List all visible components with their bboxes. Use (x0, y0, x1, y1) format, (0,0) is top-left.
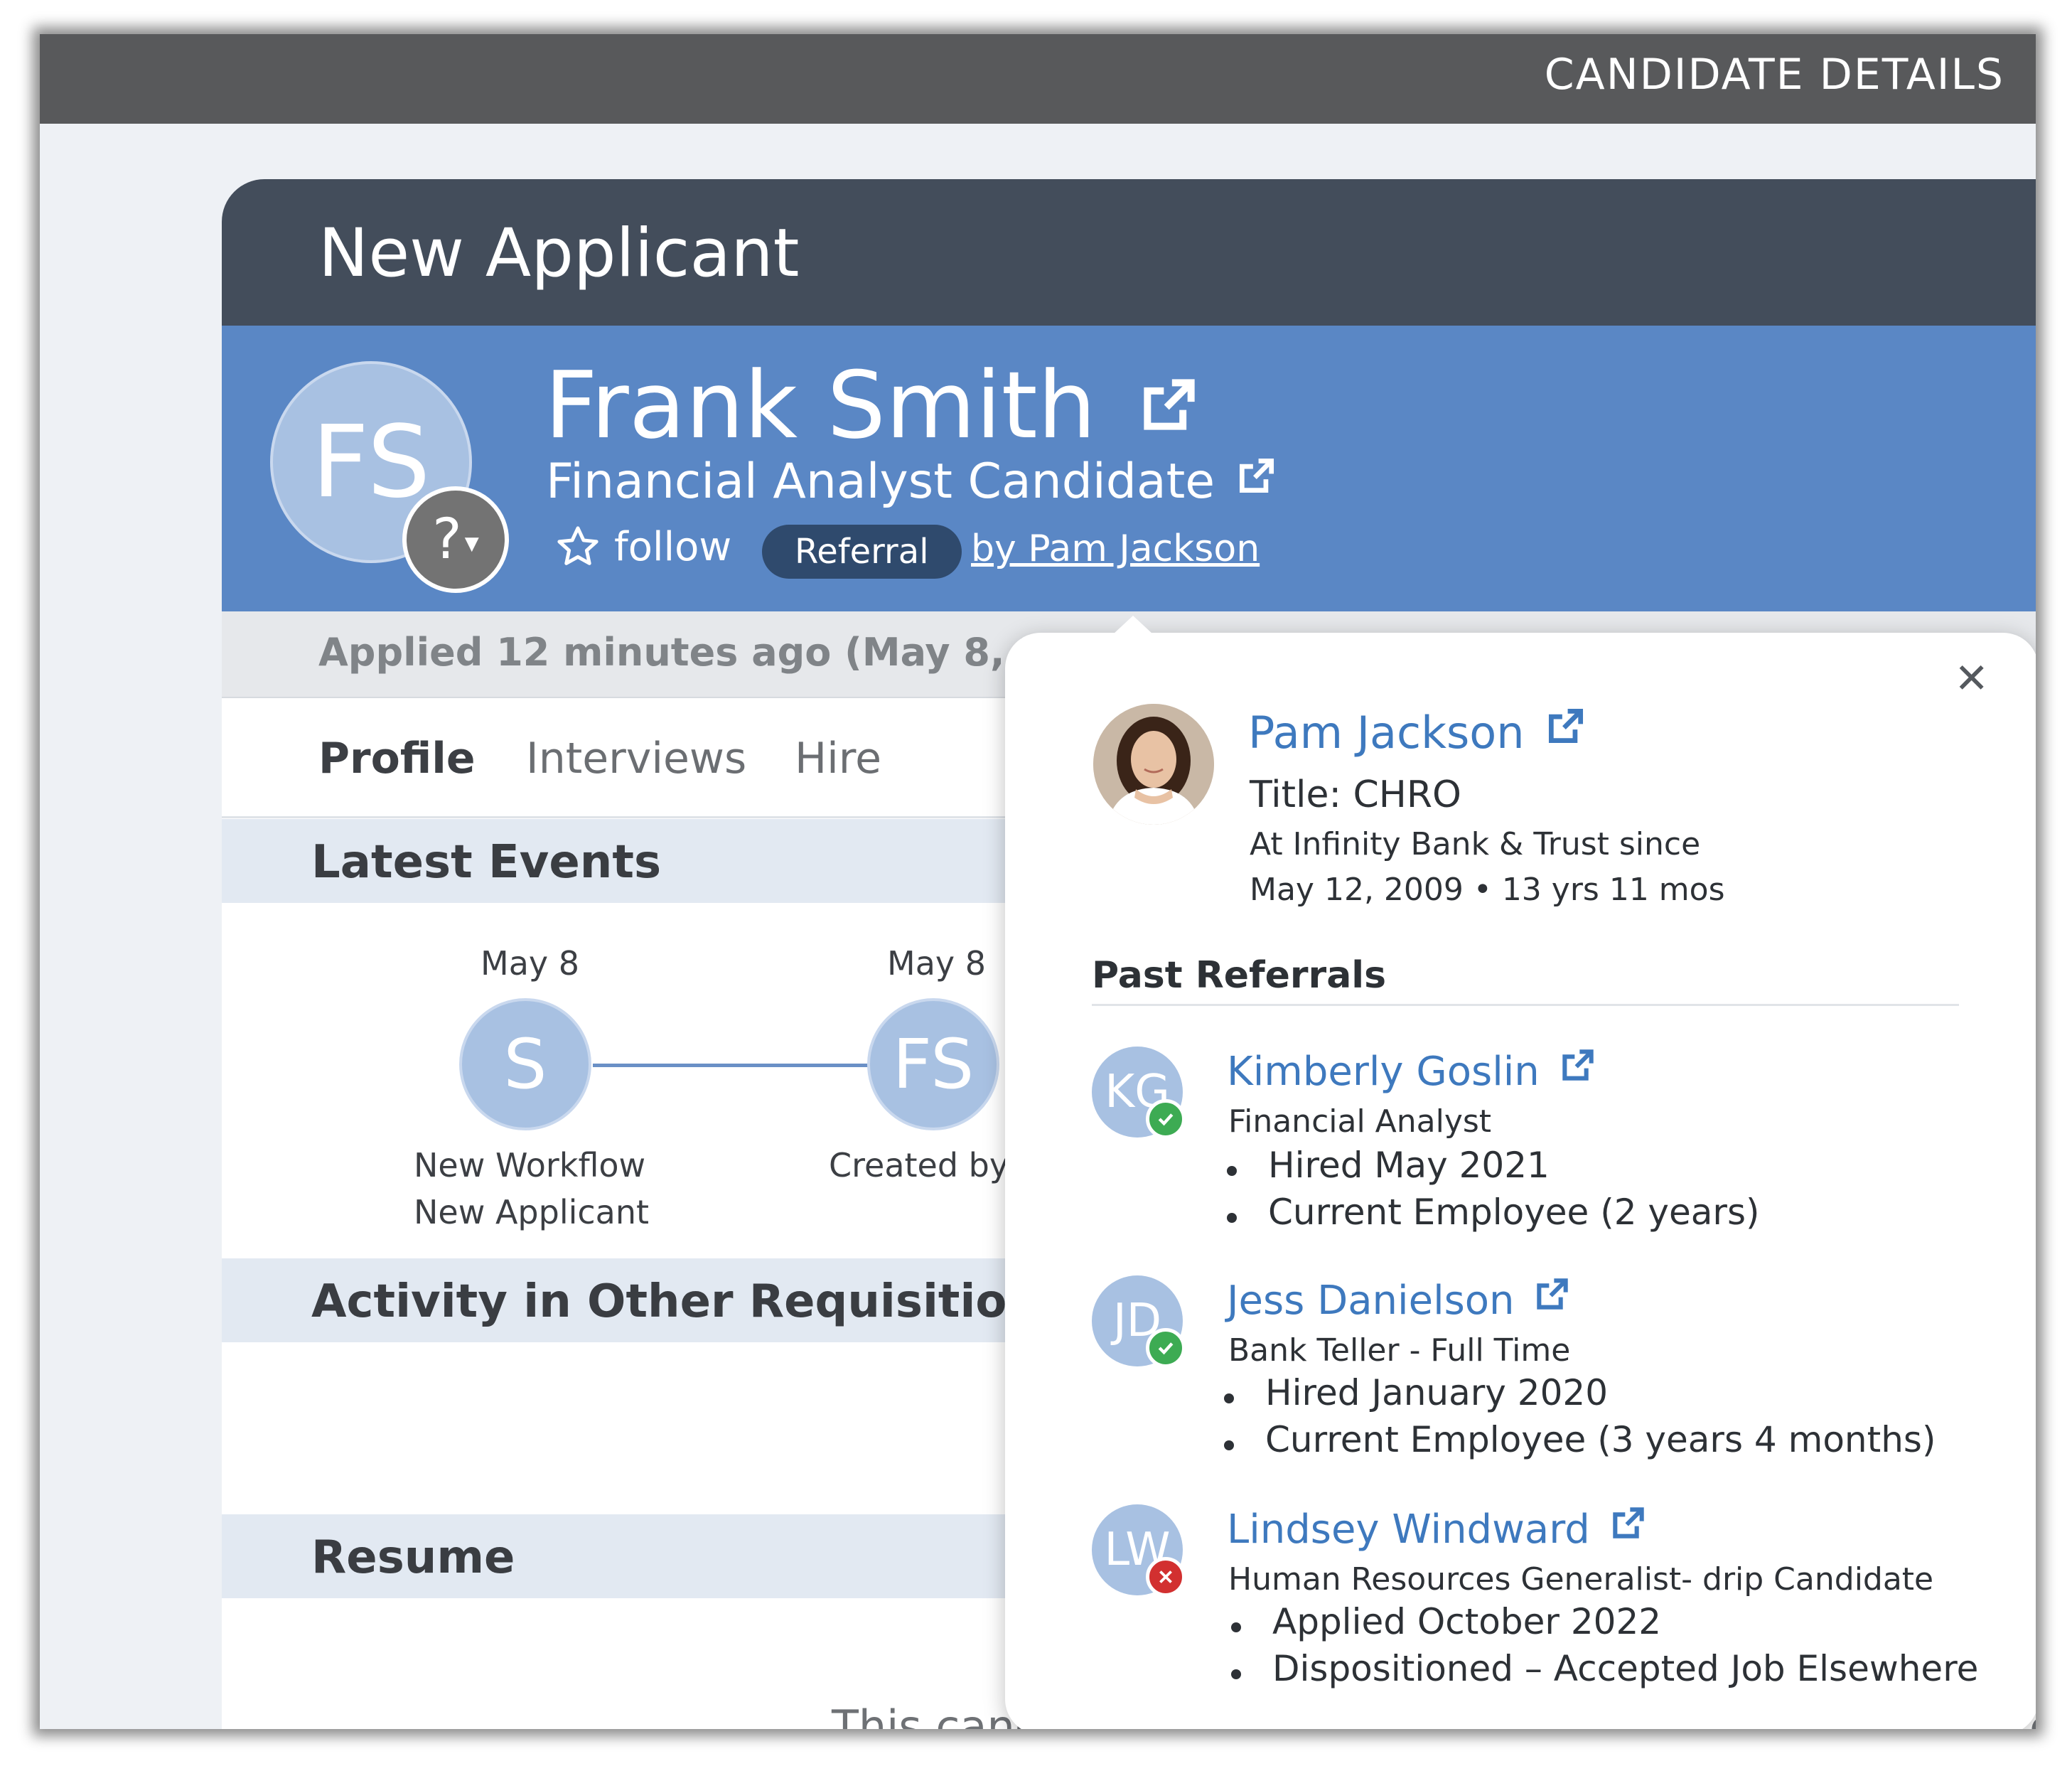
candidate-banner: FS ? ▼ Frank Smith Financial Analyst Can… (222, 326, 2036, 611)
close-icon[interactable]: ✕ (1954, 654, 1989, 702)
referral-detail: Hired May 2021 (1227, 1145, 1550, 1186)
referral-detail: Applied October 2022 (1230, 1601, 1662, 1642)
external-link-icon[interactable] (1235, 454, 1279, 498)
event-avatar[interactable]: FS (867, 998, 999, 1130)
referral-name: Lindsey Windward (1227, 1503, 1648, 1553)
tab-hire[interactable]: Hire (795, 734, 881, 783)
tab-profile[interactable]: Profile (318, 734, 476, 783)
candidate-name: Frank Smith (544, 351, 1202, 459)
section-title: Activity in Other Requisitio (311, 1275, 1007, 1328)
external-link-icon[interactable] (1609, 1503, 1648, 1543)
event-label-line: New Applicant (414, 1193, 650, 1231)
check-icon (1146, 1328, 1186, 1368)
external-link-icon[interactable] (1532, 1274, 1572, 1314)
referral-role: Bank Teller - Full Time (1228, 1332, 1571, 1369)
event-initials: S (503, 1024, 547, 1104)
event-initials: FS (892, 1024, 975, 1104)
referral-name-link[interactable]: Lindsey Windward (1227, 1507, 1590, 1553)
source-badge: Referral (762, 525, 962, 579)
status-dropdown[interactable]: ? ▼ (402, 486, 509, 593)
follow-button[interactable]: follow (554, 523, 731, 570)
top-bar: CANDIDATE DETAILS (40, 34, 2036, 124)
referral-name-link[interactable]: Kimberly Goslin (1227, 1049, 1540, 1095)
candidate-job-title-text: Financial Analyst Candidate (546, 454, 1215, 510)
check-icon (1146, 1099, 1186, 1139)
card-header: New Applicant (222, 179, 2036, 326)
external-link-icon[interactable] (1544, 704, 1588, 748)
avatar-initials: FS (311, 404, 431, 520)
section-title: Resume (311, 1531, 515, 1584)
referrer-photo (1093, 704, 1214, 825)
referral-role: Financial Analyst (1228, 1103, 1492, 1140)
referral-name: Jess Danielson (1227, 1274, 1572, 1324)
event-label: New Workflow New Applicant (414, 1146, 650, 1231)
timeline-line (593, 1064, 877, 1067)
candidate-job-title: Financial Analyst Candidate (546, 454, 1279, 510)
applied-text: Applied 12 minutes ago (May 8, 20 (318, 630, 1072, 675)
event-label-line: New Workflow (414, 1146, 646, 1184)
referral-role: Human Resources Generalist- drip Candida… (1228, 1561, 1934, 1598)
app-window: CANDIDATE DETAILS New Applicant FS ? ▼ F… (40, 34, 2036, 1729)
event-date: May 8 (481, 944, 579, 983)
card-title: New Applicant (318, 215, 800, 292)
star-icon (557, 526, 598, 565)
past-referrals-title: Past Referrals (1092, 954, 1387, 997)
divider (1092, 1004, 1959, 1006)
referral-detail: Dispositioned – Accepted Job Elsewhere (1230, 1648, 1979, 1689)
referral-detail: Current Employee (3 years 4 months) (1223, 1419, 1936, 1460)
follow-label: follow (614, 523, 732, 570)
person-photo-icon (1093, 704, 1214, 825)
event-label: Created by r (829, 1146, 1033, 1184)
referrer-link[interactable]: by Pam Jackson (971, 528, 1260, 570)
referral-detail: Hired January 2020 (1223, 1372, 1609, 1413)
referrer-title: Title: CHRO (1250, 774, 1461, 816)
referrer-name: Pam Jackson (1248, 704, 1588, 759)
status-symbol: ? (432, 508, 462, 572)
x-icon (1146, 1557, 1186, 1597)
event-date: May 8 (887, 944, 986, 983)
referral-name-link[interactable]: Jess Danielson (1227, 1278, 1515, 1324)
referrer-company: At Infinity Bank & Trust since (1250, 826, 1701, 862)
referrer-popover: ✕ Pam Jackson Title: CHRO At Infinity Ba… (1005, 616, 2036, 1729)
referrer-name-link[interactable]: Pam Jackson (1248, 707, 1525, 759)
external-link-icon[interactable] (1558, 1045, 1598, 1085)
referral-detail: Current Employee (2 years) (1227, 1192, 1760, 1233)
popover-arrow (1113, 616, 1153, 634)
referrer-tenure: May 12, 2009 • 13 yrs 11 mos (1250, 872, 1725, 908)
tab-interviews[interactable]: Interviews (526, 734, 746, 783)
page-title: CANDIDATE DETAILS (1544, 50, 2004, 100)
candidate-name-text: Frank Smith (544, 351, 1097, 459)
chevron-down-icon: ▼ (464, 533, 479, 555)
external-link-icon[interactable] (1137, 372, 1202, 437)
referral-name: Kimberly Goslin (1227, 1045, 1598, 1095)
section-title: Latest Events (311, 836, 662, 889)
event-avatar[interactable]: S (459, 998, 591, 1130)
